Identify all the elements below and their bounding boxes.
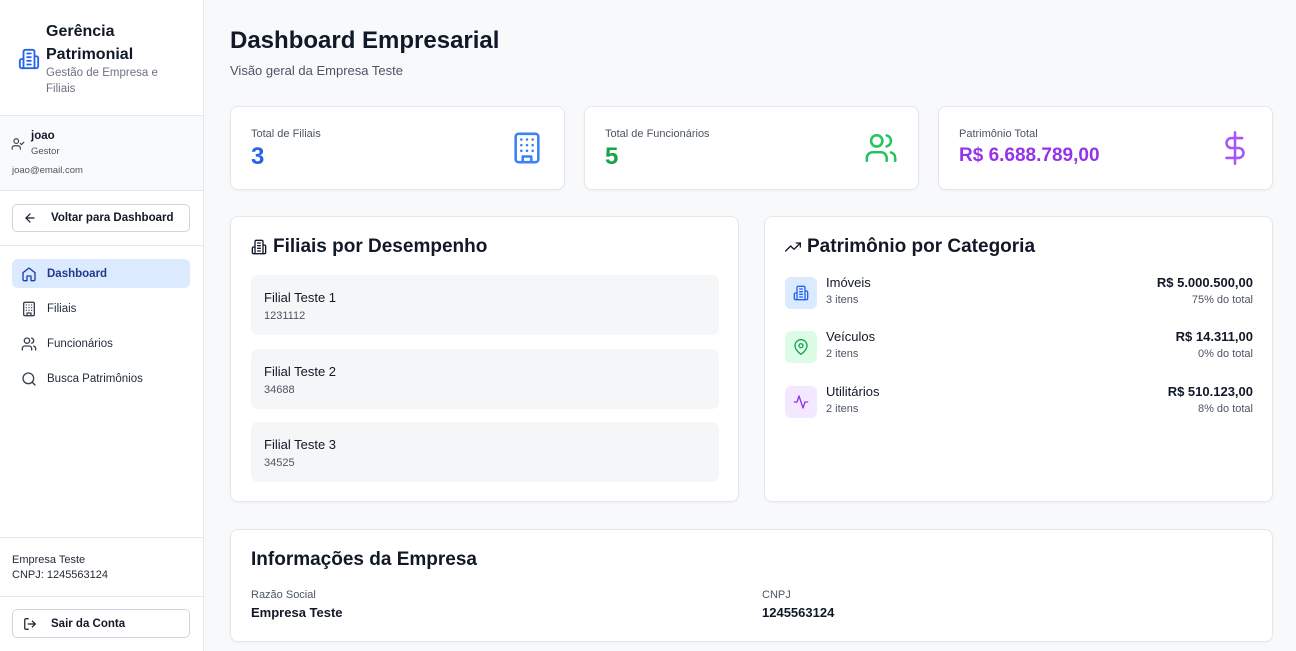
users-icon [865,133,897,163]
sidebar-item-filiais[interactable]: Filiais [12,294,190,323]
branch-code: 34688 [264,384,295,396]
company-summary: Empresa Teste CNPJ: 1245563124 [0,537,203,597]
sidebar-item-label: Dashboard [47,267,108,280]
search-icon [22,371,36,386]
map-pin-icon [794,339,808,355]
back-section: Voltar para Dashboard [0,191,203,246]
user-check-icon [11,138,25,150]
category-name: Imóveis [826,275,871,290]
trending-up-icon [785,242,801,252]
stat-value: 3 [251,143,265,170]
page-title: Dashboard Empresarial [230,27,500,54]
category-count: 2 itens [826,403,859,415]
building-icon [514,132,540,164]
category-count: 2 itens [826,348,859,360]
brand-subtitle: Gestão de Empresa e Filiais [46,67,158,95]
category-name: Utilitários [826,384,880,399]
arrow-left-icon [25,213,35,223]
company-name: Empresa Teste [12,554,86,566]
back-button-label: Voltar para Dashboard [51,212,174,224]
user-name: joao [31,130,55,142]
building-icon [793,285,809,301]
category-icon-box [785,331,817,363]
sidebar-item-funcionarios[interactable]: Funcionários [12,329,190,358]
category-row: Veículos 2 itens R$ 14.311,00 0% do tota… [785,327,1253,367]
branches-card: Filiais por Desempenho Filial Teste 1 12… [230,216,739,502]
brand: Gerência Patrimonial Gestão de Empresa e… [0,0,203,116]
activity-icon [793,395,809,409]
cnpj-value: 1245563124 [762,605,835,620]
sidebar-item-busca-patrimonios[interactable]: Busca Patrimônios [12,364,190,393]
sidebar-item-label: Funcionários [47,337,113,350]
categories-card: Patrimônio por Categoria Imóveis 3 itens… [764,216,1273,502]
sidebar-item-label: Filiais [47,302,77,315]
company-info-title: Informações da Empresa [251,549,477,570]
category-row: Imóveis 3 itens R$ 5.000.500,00 75% do t… [785,273,1253,313]
page-subtitle: Visão geral da Empresa Teste [230,63,403,78]
category-value: R$ 510.123,00 [1167,384,1253,399]
stat-card-patrimonio: Patrimônio Total R$ 6.688.789,00 [938,106,1273,190]
categories-title-text: Patrimônio por Categoria [807,236,1036,257]
category-icon-box [785,386,817,418]
razao-social-value: Empresa Teste [251,605,343,620]
company-info-card: Informações da Empresa Razão Social Empr… [230,529,1273,642]
razao-social-label: Razão Social [251,589,316,601]
building-icon [18,48,40,70]
company-cnpj: CNPJ: 1245563124 [12,569,109,581]
back-to-dashboard-button[interactable]: Voltar para Dashboard [12,204,190,232]
sidebar: Gerência Patrimonial Gestão de Empresa e… [0,0,204,651]
dollar-icon [1225,131,1245,165]
category-percent: 0% do total [1197,348,1253,360]
list-item[interactable]: Filial Teste 3 34525 [251,422,719,482]
user-email: joao@email.com [12,165,83,176]
branch-code: 1231112 [264,310,306,322]
building-icon [251,239,267,255]
stat-card-funcionarios: Total de Funcionários 5 [584,106,919,190]
logout-button[interactable]: Sair da Conta [12,609,190,638]
sidebar-nav: Dashboard Filiais Funcionários Busca Pat… [12,259,190,399]
brand-title: Gerência Patrimonial [46,23,134,63]
sidebar-item-label: Busca Patrimônios [47,372,143,385]
category-icon-box [785,277,817,309]
category-value: R$ 5.000.500,00 [1156,275,1253,290]
user-role: Gestor [31,146,60,157]
stat-label: Total de Funcionários [605,128,710,140]
category-count: 3 itens [826,294,859,306]
category-row: Utilitários 2 itens R$ 510.123,00 8% do … [785,382,1253,422]
category-name: Veículos [826,329,876,344]
stat-label: Patrimônio Total [959,128,1038,140]
branch-name: Filial Teste 2 [264,364,337,379]
categories-title: Patrimônio por Categoria [785,236,1035,258]
user-panel: joao Gestor joao@email.com [0,116,203,191]
list-item[interactable]: Filial Teste 1 1231112 [251,275,719,335]
category-percent: 8% do total [1197,403,1253,415]
branches-title-text: Filiais por Desempenho [273,236,488,257]
logout-icon [24,617,36,630]
branch-code: 34525 [264,457,295,469]
category-percent: 75% do total [1191,294,1253,306]
stat-value: 5 [605,143,619,170]
building-icon [23,301,35,316]
list-item[interactable]: Filial Teste 2 34688 [251,349,719,409]
branch-name: Filial Teste 3 [264,437,337,452]
users-icon [21,336,37,351]
sidebar-item-dashboard[interactable]: Dashboard [12,259,190,288]
stat-card-filiais: Total de Filiais 3 [230,106,565,190]
cnpj-label: CNPJ [762,589,791,601]
branch-name: Filial Teste 1 [264,290,337,305]
category-value: R$ 14.311,00 [1175,329,1253,344]
stat-label: Total de Filiais [251,128,321,140]
logout-button-label: Sair da Conta [51,617,126,630]
branches-title: Filiais por Desempenho [251,236,487,258]
stat-value: R$ 6.688.789,00 [959,145,1100,166]
home-icon [22,266,36,281]
